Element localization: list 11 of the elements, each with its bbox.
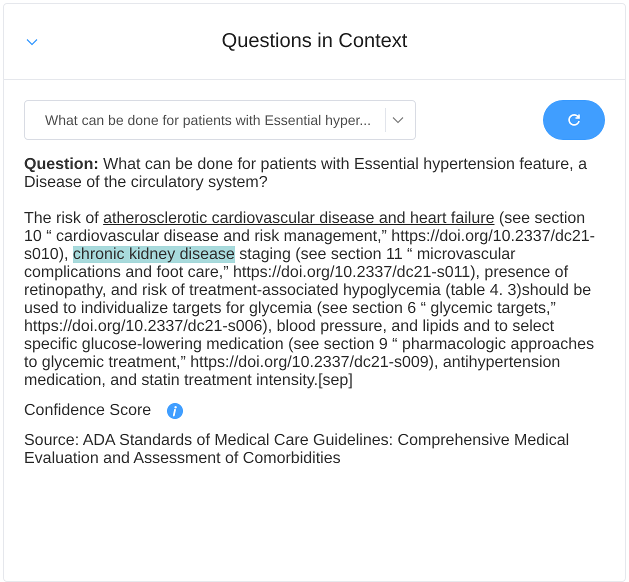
refresh-button[interactable] <box>543 100 605 140</box>
source-text: Source: ADA Standards of Medical Care Guidelines: Comprehensive Medical Evaluation and Assessment of Comorbidities <box>24 432 570 468</box>
confidence-label: Confidence Score <box>24 402 152 420</box>
question-select[interactable]: What can be done for patients with Essential hyper... <box>24 100 416 140</box>
question-text: Question: What can be done for patients with Essential hypertension feature, a Disease of the circulatory system? <box>24 156 588 192</box>
caret-icon <box>392 116 404 124</box>
refresh-icon <box>567 113 581 127</box>
info-icon[interactable] <box>167 403 184 419</box>
panel-title: Questions in Context <box>222 30 408 53</box>
chevron-icon <box>26 38 38 46</box>
answer-text: The risk of atherosclerotic cardiovascular disease and heart failure (see section 10 “ cardiovascular disease and risk management,” https://doi.org/10.2337/dc21-s010), chronic kidney disease staging (see section 11 “ microvascular complications and foot care,” https://doi.org/10.2337/dc21-s011), presence of retinopathy, and risk of treatment-associated hypoglycemia (table 4. 3)should be used to individualize targets for glycemia (see section 6 “ glycemic targets,” https://doi.org/10.2337/dc21-s006), blood pressure, and lipids and to select specific glucose-lowering medication (see section 9 “ pharmacologic approaches to glycemic treatment,” https://doi.org/10.2337/dc21-s009), antihypertension medication, and statin treatment intensity.[sep] <box>24 210 596 390</box>
